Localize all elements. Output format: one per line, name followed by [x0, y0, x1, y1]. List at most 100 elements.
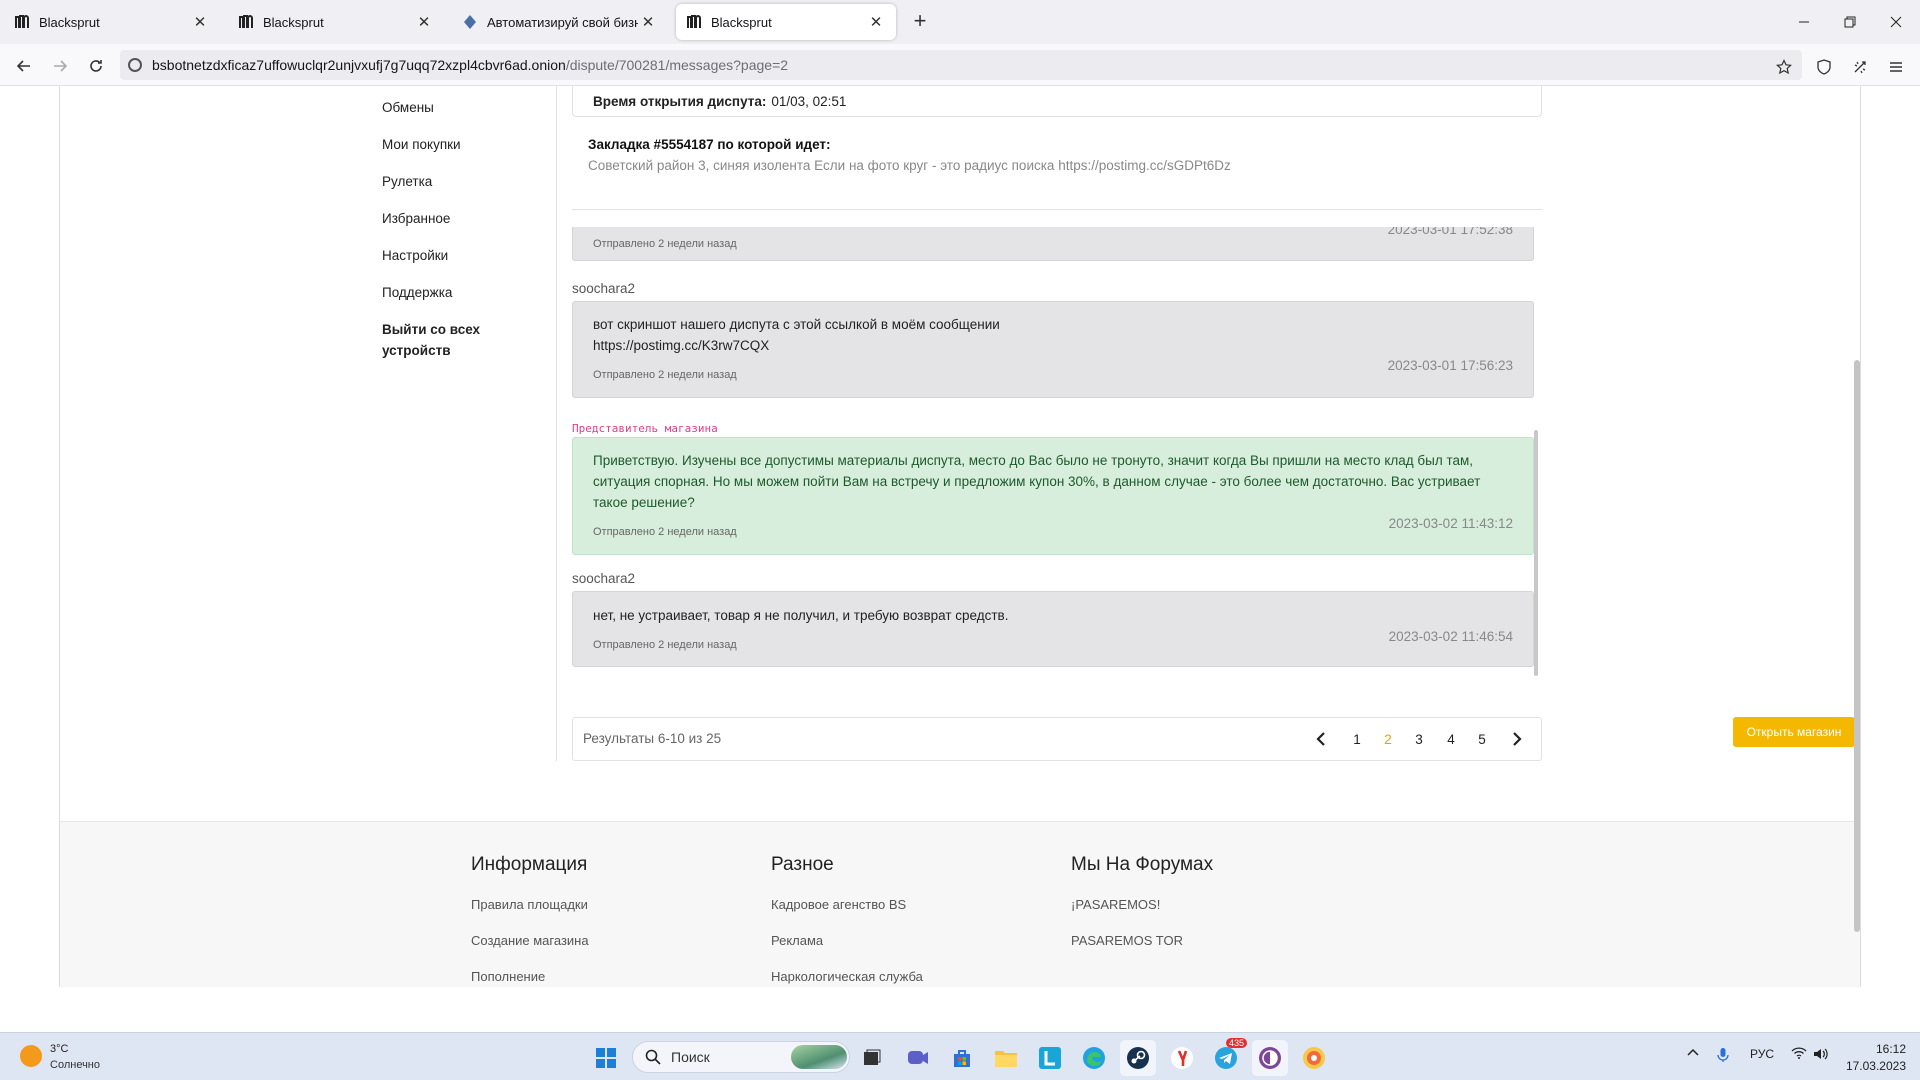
dispute-opened-value: 01/03, 02:51: [771, 93, 847, 109]
message-date: 2023-03-02 11:46:54: [1388, 629, 1513, 644]
footer-heading-misc: Разное: [771, 854, 834, 875]
tab-close-icon[interactable]: ✕: [414, 12, 434, 32]
weather-temperature: 3°C: [50, 1043, 69, 1055]
page-1-button[interactable]: 1: [1346, 728, 1368, 750]
message-bubble: нет, не устраивает, товар я не получил, …: [572, 591, 1534, 667]
shield-icon[interactable]: [1812, 55, 1836, 79]
footer-heading-info: Информация: [471, 854, 588, 875]
microphone-icon[interactable]: [1714, 1047, 1732, 1063]
volume-icon[interactable]: [1812, 1047, 1830, 1061]
message-line: ситуация спорная. Но мы можем пойти Вам …: [593, 474, 1481, 489]
message-line: нет, не устраивает, товар я не получил, …: [593, 608, 1009, 623]
edge-browser-icon[interactable]: [1076, 1040, 1112, 1076]
message-date: 2023-03-02 11:43:12: [1388, 516, 1513, 531]
message-bubble-shop: Приветствую. Изучены все допустимы матер…: [572, 437, 1534, 555]
message-date: 2023-03-01 17:52:38: [1387, 227, 1513, 237]
tor-circuit-icon[interactable]: [1848, 55, 1872, 79]
message-date: 2023-03-01 17:56:23: [1387, 358, 1513, 373]
sidebar-item-support[interactable]: Поддержка: [382, 282, 452, 303]
message-text: нет, не устраивает, товар я не получил, …: [593, 605, 1513, 626]
messages-list[interactable]: Отправлено 2 недели назад 2023-03-01 17:…: [572, 227, 1536, 759]
restore-icon[interactable]: [1827, 8, 1873, 36]
sun-weather-icon[interactable]: [20, 1045, 42, 1067]
page-3-button[interactable]: 3: [1408, 728, 1430, 750]
forward-arrow-icon[interactable]: [46, 52, 74, 80]
footer-link-narcology[interactable]: Наркологическая служба: [771, 969, 923, 984]
footer-link-create-shop[interactable]: Создание магазина: [471, 933, 589, 948]
tab-title: Blacksprut: [711, 14, 772, 30]
windows-start-icon[interactable]: [588, 1040, 624, 1076]
file-explorer-icon[interactable]: [988, 1040, 1024, 1076]
footer-link-hr-agency[interactable]: Кадровое агенство BS: [771, 897, 906, 912]
sidebar-item-exchanges[interactable]: Обмены: [382, 97, 434, 118]
tab-close-icon[interactable]: ✕: [866, 12, 886, 32]
yandex-browser-icon[interactable]: [1164, 1040, 1200, 1076]
browser-nav-bar: bsbotnetzdxficaz7uffowuclqr2unjvxufj7g7u…: [0, 44, 1920, 86]
blacksprut-favicon-icon: [686, 14, 702, 30]
l-app-icon[interactable]: [1032, 1040, 1068, 1076]
reload-icon[interactable]: [82, 52, 110, 80]
tab-close-icon[interactable]: ✕: [638, 12, 658, 32]
page-5-button[interactable]: 5: [1471, 728, 1493, 750]
prev-page-icon[interactable]: [1310, 728, 1332, 750]
telegram-icon[interactable]: 435: [1208, 1038, 1247, 1076]
sidebar-item-purchases[interactable]: Мои покупки: [382, 134, 461, 155]
wifi-icon[interactable]: [1790, 1047, 1808, 1059]
new-tab-button[interactable]: +: [908, 10, 932, 34]
tab-title: Blacksprut: [39, 14, 100, 30]
footer-heading-forums: Мы На Форумах: [1071, 854, 1214, 875]
message-author: soochara2: [572, 571, 636, 586]
page-2-button[interactable]: 2: [1377, 728, 1399, 750]
sidebar-item-roulette[interactable]: Рулетка: [382, 171, 432, 192]
language-indicator[interactable]: РУС: [1748, 1047, 1776, 1061]
sidebar-item-settings[interactable]: Настройки: [382, 245, 448, 266]
microsoft-store-icon[interactable]: [944, 1040, 980, 1076]
url-path: /dispute/700281/messages?page=2: [565, 57, 789, 73]
messages-scrollbar[interactable]: [1534, 430, 1538, 676]
message-line: вот скриншот нашего диспута с этой ссылк…: [593, 317, 1000, 332]
minimize-icon[interactable]: [1781, 8, 1827, 36]
message-line: https://postimg.cc/K3rw7CQX: [593, 338, 770, 353]
colorful-app-icon[interactable]: [1296, 1040, 1332, 1076]
footer-link-rules[interactable]: Правила площадки: [471, 897, 588, 912]
menu-hamburger-icon[interactable]: [1884, 55, 1908, 79]
task-view-icon[interactable]: [854, 1040, 890, 1076]
tab-automation[interactable]: Автоматизируй свой бизнес с ✕: [452, 4, 668, 40]
taskbar-search-placeholder: Поиск: [671, 1049, 710, 1065]
back-arrow-icon[interactable]: [10, 52, 38, 80]
tab-blacksprut-active[interactable]: Blacksprut ✕: [676, 4, 896, 40]
page-4-button[interactable]: 4: [1440, 728, 1462, 750]
footer-link-topup[interactable]: Пополнение: [471, 969, 545, 984]
sidebar-item-logout-all[interactable]: Выйти со всех устройств: [382, 319, 532, 361]
footer-link-pasaremos-tor[interactable]: PASAREMOS TOR: [1071, 933, 1183, 948]
open-shop-button[interactable]: Открыть магазин: [1733, 717, 1855, 747]
tor-browser-icon[interactable]: [1252, 1040, 1288, 1076]
tab-close-icon[interactable]: ✕: [190, 12, 210, 32]
bookmark-title: Закладка #5554187 по которой идет:: [588, 137, 831, 152]
tray-expand-chevron-icon[interactable]: [1684, 1047, 1702, 1057]
diamond-favicon-icon: [462, 14, 478, 30]
chat-app-icon[interactable]: [900, 1040, 936, 1076]
dispute-opened-label: Время открытия диспута:: [593, 93, 767, 109]
tab-blacksprut-1[interactable]: Blacksprut ✕: [4, 4, 220, 40]
footer-link-pasaremos[interactable]: ¡PASAREMOS!: [1071, 897, 1160, 912]
steam-icon[interactable]: [1120, 1040, 1156, 1076]
message-line: такое решение?: [593, 495, 695, 510]
taskbar-search-box[interactable]: Поиск: [632, 1041, 850, 1073]
message-sent-ago: Отправлено 2 недели назад: [593, 369, 737, 381]
message-sent-ago: Отправлено 2 недели назад: [593, 526, 737, 538]
page-scrollbar[interactable]: [1854, 360, 1860, 932]
search-icon: [645, 1049, 661, 1065]
address-bar[interactable]: bsbotnetzdxficaz7uffowuclqr2unjvxufj7g7u…: [120, 50, 1802, 80]
footer-link-ads[interactable]: Реклама: [771, 933, 823, 948]
search-highlight-art: [791, 1045, 847, 1069]
next-page-icon[interactable]: [1506, 728, 1528, 750]
clock-date[interactable]: 17.03.2023: [1844, 1059, 1906, 1073]
sidebar-item-favorites[interactable]: Избранное: [382, 208, 450, 229]
bookmark-star-icon[interactable]: [1772, 55, 1796, 79]
close-window-icon[interactable]: [1873, 8, 1919, 36]
logout-line-2: устройств: [382, 343, 451, 358]
message-author: soochara2: [572, 281, 636, 296]
clock-time[interactable]: 16:12: [1862, 1042, 1906, 1056]
tab-blacksprut-2[interactable]: Blacksprut ✕: [228, 4, 444, 40]
